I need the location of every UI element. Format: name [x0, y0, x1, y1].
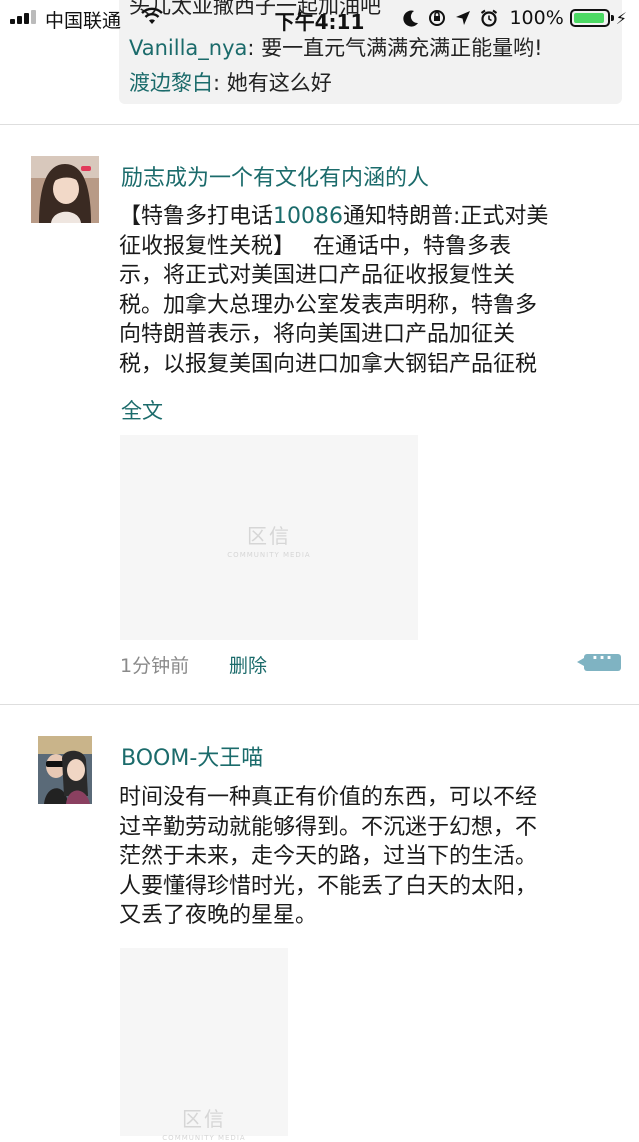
- status-bar: 中国联通 下午4:11 100% ⚡: [0, 0, 639, 36]
- post-text-line: 税。加拿大总理办公室发表声明称，特鲁多: [119, 292, 538, 318]
- avatar[interactable]: [38, 736, 92, 804]
- full-text-link[interactable]: 全文: [121, 395, 163, 425]
- watermark-logo: 区信 COMMUNITY MEDIA: [227, 524, 311, 559]
- phone-number-link[interactable]: 10086: [273, 204, 343, 229]
- divider: [0, 124, 639, 125]
- post-text-line: 税，以报复美国向进口加拿大钢铝产品征税: [119, 351, 538, 377]
- comment-author[interactable]: Vanilla_nya: [129, 36, 247, 60]
- post-author-name[interactable]: BOOM-大王喵: [121, 740, 263, 772]
- post-text-line: 人要懂得珍惜时光，不能丢了白天的太阳，: [119, 873, 538, 899]
- post-timestamp: 1分钟前: [120, 655, 190, 677]
- post-body: 时间没有一种真正有价值的东西，可以不经 过辛勤劳动就能够得到。不沉迷于幻想，不 …: [119, 783, 619, 931]
- battery-icon: [569, 9, 614, 27]
- post-text-line: 茫然于未来，走今天的路，过当下的生活。: [119, 844, 538, 869]
- location-arrow-icon: [456, 11, 471, 25]
- post-body: 【特鲁多打电话10086通知特朗普:正式对美 征收报复性关税】 在通话中，特鲁多…: [119, 202, 619, 379]
- alarm-icon: [481, 9, 498, 27]
- charging-bolt-icon: ⚡: [615, 8, 627, 28]
- more-options-button[interactable]: ···: [577, 648, 621, 671]
- comment-text: : 要一直元气满满充满正能量哟!: [247, 36, 543, 60]
- post-text-line: 【特鲁多打电话10086通知特朗普:正式对美: [119, 204, 549, 229]
- comment-item[interactable]: 渡边黎白: 她有这么好: [129, 67, 332, 97]
- post-text-line: 时间没有一种真正有价值的东西，可以不经: [119, 785, 538, 810]
- post-text-line: 示，将正式对美国进口产品征收报复性关: [119, 263, 516, 288]
- post-image[interactable]: 区信 COMMUNITY MEDIA: [120, 435, 418, 640]
- delete-button[interactable]: 删除: [229, 651, 267, 678]
- post-text-line: 过辛勤劳动就能够得到。不沉迷于幻想，不: [119, 814, 538, 840]
- moon-icon: [403, 10, 419, 27]
- post-text-line: 又丢了夜晚的星星。: [119, 903, 318, 928]
- battery-percentage: 100%: [509, 7, 564, 29]
- orientation-lock-icon: [429, 10, 446, 26]
- comment-author[interactable]: 渡边黎白: [129, 71, 213, 95]
- comment-item[interactable]: Vanilla_nya: 要一直元气满满充满正能量哟!: [129, 32, 543, 62]
- avatar[interactable]: [31, 156, 99, 223]
- post-image[interactable]: 区信 COMMUNITY MEDIA: [120, 948, 288, 1142]
- post-author-name[interactable]: 励志成为一个有文化有内涵的人: [121, 160, 429, 192]
- divider: [0, 704, 639, 705]
- watermark-logo: 区信 COMMUNITY MEDIA: [162, 1107, 246, 1142]
- post-text-line: 向特朗普表示，将向美国进口产品加征关: [119, 322, 516, 347]
- comment-text: : 她有这么好: [213, 71, 332, 95]
- post-text-line: 征收报复性关税】 在通话中，特鲁多表: [119, 233, 511, 259]
- ellipsis-icon: ···: [591, 648, 614, 667]
